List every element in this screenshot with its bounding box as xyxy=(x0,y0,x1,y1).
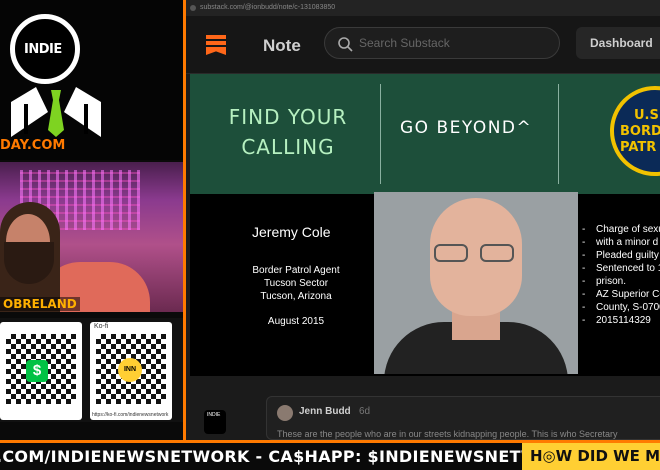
ticker-banner-text: H◎W DID WE M xyxy=(530,447,660,465)
glasses-icon xyxy=(434,244,518,264)
avatar[interactable] xyxy=(277,405,293,421)
page-title: Note xyxy=(263,36,301,55)
charge-line: prison. xyxy=(582,276,660,288)
banner-tagline: GO BEYOND^ xyxy=(400,118,533,138)
search-icon xyxy=(338,37,353,52)
donation-qr-row: $ Ko-fi INN https://ko-fi.com/indienewsn… xyxy=(0,318,183,422)
banner-slogan-line: FIND YOUR xyxy=(228,105,348,129)
agent-title: Border Patrol Agent xyxy=(252,265,340,276)
site-info-icon[interactable] xyxy=(190,5,196,11)
browser-window: substack.com/@ionbudd/note/c-131083850 N… xyxy=(186,0,660,440)
substack-logo-icon[interactable] xyxy=(206,35,226,55)
dashboard-button[interactable]: Dashboard xyxy=(576,27,660,59)
charge-line: Sentenced to 1 xyxy=(582,263,660,275)
inn-logo-icon: INN xyxy=(118,358,142,382)
indie-avatar-label: INDIE xyxy=(207,412,221,418)
screen: INDIE DAY.COM OBRELAND $ Ko-fi INN https… xyxy=(0,0,660,470)
kofi-qr-card[interactable]: Ko-fi INN https://ko-fi.com/indienewsnet… xyxy=(90,322,172,420)
banner-slogan-line: CALLING xyxy=(241,135,335,159)
banner-divider xyxy=(380,84,381,184)
charge-line: with a minor d xyxy=(582,237,660,249)
banner-slogan: FIND YOUR CALLING xyxy=(208,102,368,162)
comment-card[interactable]: Jenn Budd 6d These are the people who ar… xyxy=(266,396,660,440)
webcam-name-tag: OBRELAND xyxy=(0,297,80,311)
substack-topnav: Note Dashboard xyxy=(186,16,660,74)
charge-line: AZ Superior Co xyxy=(582,289,660,301)
agent-sector: Tucson Sector xyxy=(263,278,329,289)
charge-line: Pleaded guilty xyxy=(582,250,660,262)
banner-divider xyxy=(558,84,559,184)
note-image[interactable]: FIND YOUR CALLING GO BEYOND^ U.S. BORDE … xyxy=(190,74,660,376)
address-bar[interactable]: substack.com/@ionbudd/note/c-131083850 xyxy=(186,0,660,16)
seal-line: U.S. xyxy=(634,108,660,123)
indie-avatar[interactable]: INDIE xyxy=(204,410,226,434)
agent-date: August 2015 xyxy=(267,316,325,327)
cashapp-qr-card[interactable]: $ xyxy=(0,322,82,420)
charges-list: Charge of sexu with a minor d Pleaded gu… xyxy=(582,224,660,328)
search-box[interactable] xyxy=(324,27,560,59)
agent-location: Tucson, Arizona xyxy=(260,291,332,302)
agent-info: Border Patrol Agent Tucson Sector Tucson… xyxy=(236,264,356,328)
comment-timestamp[interactable]: 6d xyxy=(359,406,370,417)
indie-logo: INDIE DAY.COM xyxy=(0,0,183,160)
seal-line: PATR xyxy=(620,140,657,155)
logo-word: INDIE xyxy=(24,42,62,57)
charge-line: County, S-0700 xyxy=(582,302,660,314)
news-ticker: .COM/INDIENEWSNETWORK - CA$HAPP: $INDIEN… xyxy=(0,440,660,470)
webcam-feed: OBRELAND xyxy=(0,162,183,312)
recruitment-banner: FIND YOUR CALLING GO BEYOND^ U.S. BORDE … xyxy=(190,74,660,194)
agent-name: Jeremy Cole xyxy=(252,224,331,240)
search-input[interactable] xyxy=(359,34,549,52)
charge-line: 2015114329 xyxy=(582,315,660,327)
stream-overlay-column: INDIE DAY.COM OBRELAND $ Ko-fi INN https… xyxy=(0,0,183,440)
comment-author[interactable]: Jenn Budd xyxy=(299,406,351,417)
cashapp-icon: $ xyxy=(26,360,48,382)
ticker-banner: H◎W DID WE M xyxy=(522,443,660,470)
seal-line: BORDE xyxy=(620,124,660,139)
mugshot-photo xyxy=(374,192,578,374)
kofi-label: Ko-fi xyxy=(94,323,109,330)
suit-tie-icon xyxy=(11,87,101,137)
logo-domain: DAY.COM xyxy=(0,138,66,153)
url-text: substack.com/@ionbudd/note/c-131083850 xyxy=(200,4,336,11)
charge-line: Charge of sexu xyxy=(582,224,660,236)
border-patrol-seal-icon: U.S. BORDE PATR xyxy=(610,86,660,176)
kofi-url: https://ko-fi.com/indienewsnetwork xyxy=(92,412,169,418)
comments-section: INDIE Jenn Budd 6d These are the people … xyxy=(186,390,660,440)
comment-text: These are the people who are in our stre… xyxy=(277,429,618,439)
